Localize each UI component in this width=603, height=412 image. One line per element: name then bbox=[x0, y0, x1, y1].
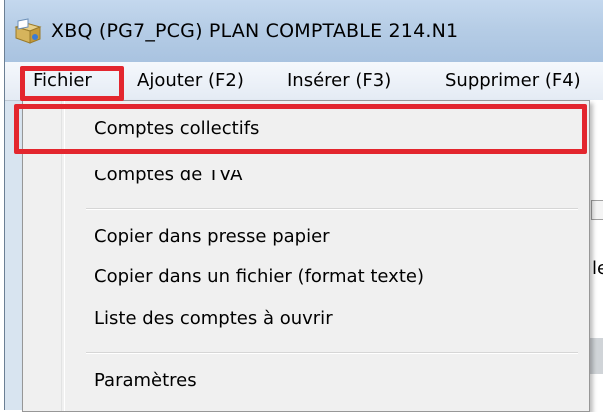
background-panel bbox=[590, 338, 603, 374]
menu-ajouter[interactable]: Ajouter (F2) bbox=[137, 70, 244, 91]
background-field bbox=[591, 200, 603, 220]
menu-item-copier-presse-papier[interactable]: Copier dans presse papier bbox=[94, 226, 330, 247]
app-folder-icon bbox=[14, 18, 42, 44]
highlight-box-comptes-collectifs bbox=[14, 104, 587, 154]
menu-separator bbox=[86, 352, 578, 354]
window-title: XBQ (PG7_PCG) PLAN COMPTABLE 214.N1 bbox=[51, 20, 459, 42]
menu-inserer[interactable]: Insérer (F3) bbox=[287, 70, 391, 91]
menu-item-parametres[interactable]: Paramètres bbox=[94, 370, 197, 391]
background-text: le bbox=[592, 258, 603, 279]
menu-supprimer[interactable]: Supprimer (F4) bbox=[445, 70, 581, 91]
menu-item-copier-fichier[interactable]: Copier dans un fichier (format texte) bbox=[94, 266, 424, 287]
title-bar: XBQ (PG7_PCG) PLAN COMPTABLE 214.N1 bbox=[5, 0, 603, 62]
menu-separator bbox=[86, 208, 578, 210]
menu-item-liste-comptes[interactable]: Liste des comptes à ouvrir bbox=[94, 308, 333, 329]
highlight-box-fichier bbox=[20, 66, 124, 101]
